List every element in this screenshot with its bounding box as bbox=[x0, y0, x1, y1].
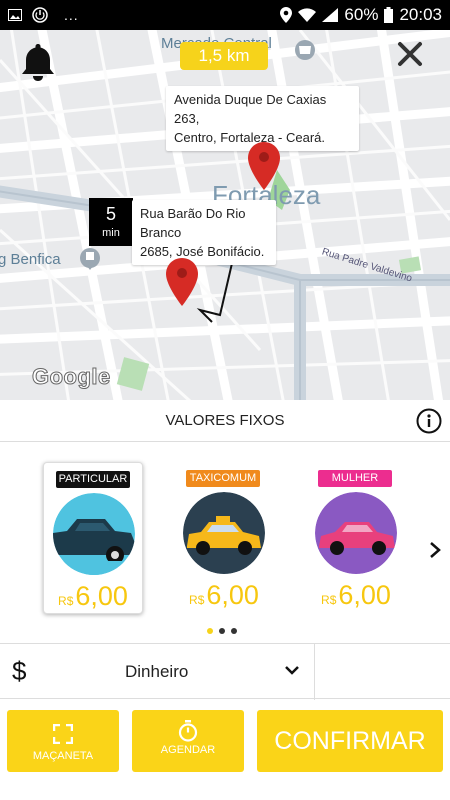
power-notification-icon bbox=[32, 7, 48, 23]
fullscreen-icon bbox=[53, 724, 73, 744]
destination-pin-icon bbox=[248, 142, 280, 190]
map-view[interactable]: Mercado Central Fortaleza g Benfica Rua … bbox=[0, 30, 450, 400]
vehicle-tag: MULHER bbox=[318, 470, 392, 487]
pager-dot bbox=[207, 628, 213, 634]
origin-pin-icon bbox=[166, 258, 198, 306]
location-icon bbox=[280, 7, 293, 23]
wifi-icon bbox=[298, 8, 317, 22]
fares-title: VALORES FIXOS bbox=[0, 400, 450, 442]
divider bbox=[314, 644, 315, 700]
dollar-icon: $ bbox=[12, 656, 27, 686]
signal-icon bbox=[322, 8, 339, 22]
vehicle-card-mulher[interactable]: MULHER R$6,00 bbox=[306, 462, 406, 614]
map-label-benfica: g Benfica bbox=[0, 251, 61, 268]
vehicle-tag: PARTICULAR bbox=[56, 471, 130, 488]
macaneta-label: MAÇANETA bbox=[32, 750, 94, 762]
eta-badge: 5 min bbox=[89, 198, 133, 246]
notification-bell-icon[interactable] bbox=[20, 42, 56, 82]
chevron-down-icon[interactable] bbox=[284, 664, 300, 676]
pager-dot bbox=[231, 628, 237, 634]
vehicle-card-taxicomum[interactable]: TAXICOMUM R$6,00 bbox=[174, 462, 274, 614]
status-bar: ... 60% 20:03 bbox=[0, 0, 450, 30]
battery-icon bbox=[384, 7, 394, 23]
eta-value: 5 bbox=[105, 204, 116, 224]
origin-address[interactable]: Rua Barão Do Rio Branco 2685, José Bonif… bbox=[132, 200, 276, 265]
origin-line2: 2685, José Bonifácio. bbox=[140, 244, 265, 259]
agendar-button[interactable]: AGENDAR bbox=[132, 710, 244, 772]
vehicle-price: R$6,00 bbox=[58, 581, 128, 611]
origin-line1: Rua Barão Do Rio Branco bbox=[140, 206, 246, 240]
carousel-pager bbox=[207, 628, 237, 634]
mulher-car-icon bbox=[315, 492, 397, 574]
image-notification-icon bbox=[8, 9, 22, 21]
payment-method: Dinheiro bbox=[125, 662, 189, 681]
more-notifications: ... bbox=[64, 7, 79, 23]
macaneta-button[interactable]: MAÇANETA bbox=[7, 710, 119, 772]
payment-selector[interactable]: $ Dinheiro bbox=[0, 643, 450, 700]
taxi-car-icon bbox=[183, 492, 265, 574]
agendar-label: AGENDAR bbox=[160, 744, 216, 756]
vehicle-tag: TAXICOMUM bbox=[186, 470, 260, 487]
vehicle-price: R$6,00 bbox=[321, 580, 391, 610]
battery-percent: 60% bbox=[344, 5, 379, 24]
particular-car-icon bbox=[53, 493, 135, 575]
destination-line1: Avenida Duque De Caxias 263, bbox=[174, 92, 327, 126]
info-icon[interactable] bbox=[416, 408, 442, 434]
clock: 20:03 bbox=[399, 5, 442, 24]
close-icon[interactable] bbox=[396, 40, 424, 68]
google-logo: Google bbox=[32, 364, 111, 390]
vehicle-card-particular[interactable]: PARTICULAR R$6,00 bbox=[43, 462, 143, 614]
vehicle-price: R$6,00 bbox=[189, 580, 259, 610]
timer-icon bbox=[178, 720, 198, 742]
eta-unit: min bbox=[102, 227, 120, 239]
chevron-right-icon[interactable] bbox=[428, 540, 442, 560]
pager-dot bbox=[219, 628, 225, 634]
distance-badge: 1,5 km bbox=[180, 42, 268, 70]
confirm-button[interactable]: CONFIRMAR bbox=[257, 710, 443, 772]
